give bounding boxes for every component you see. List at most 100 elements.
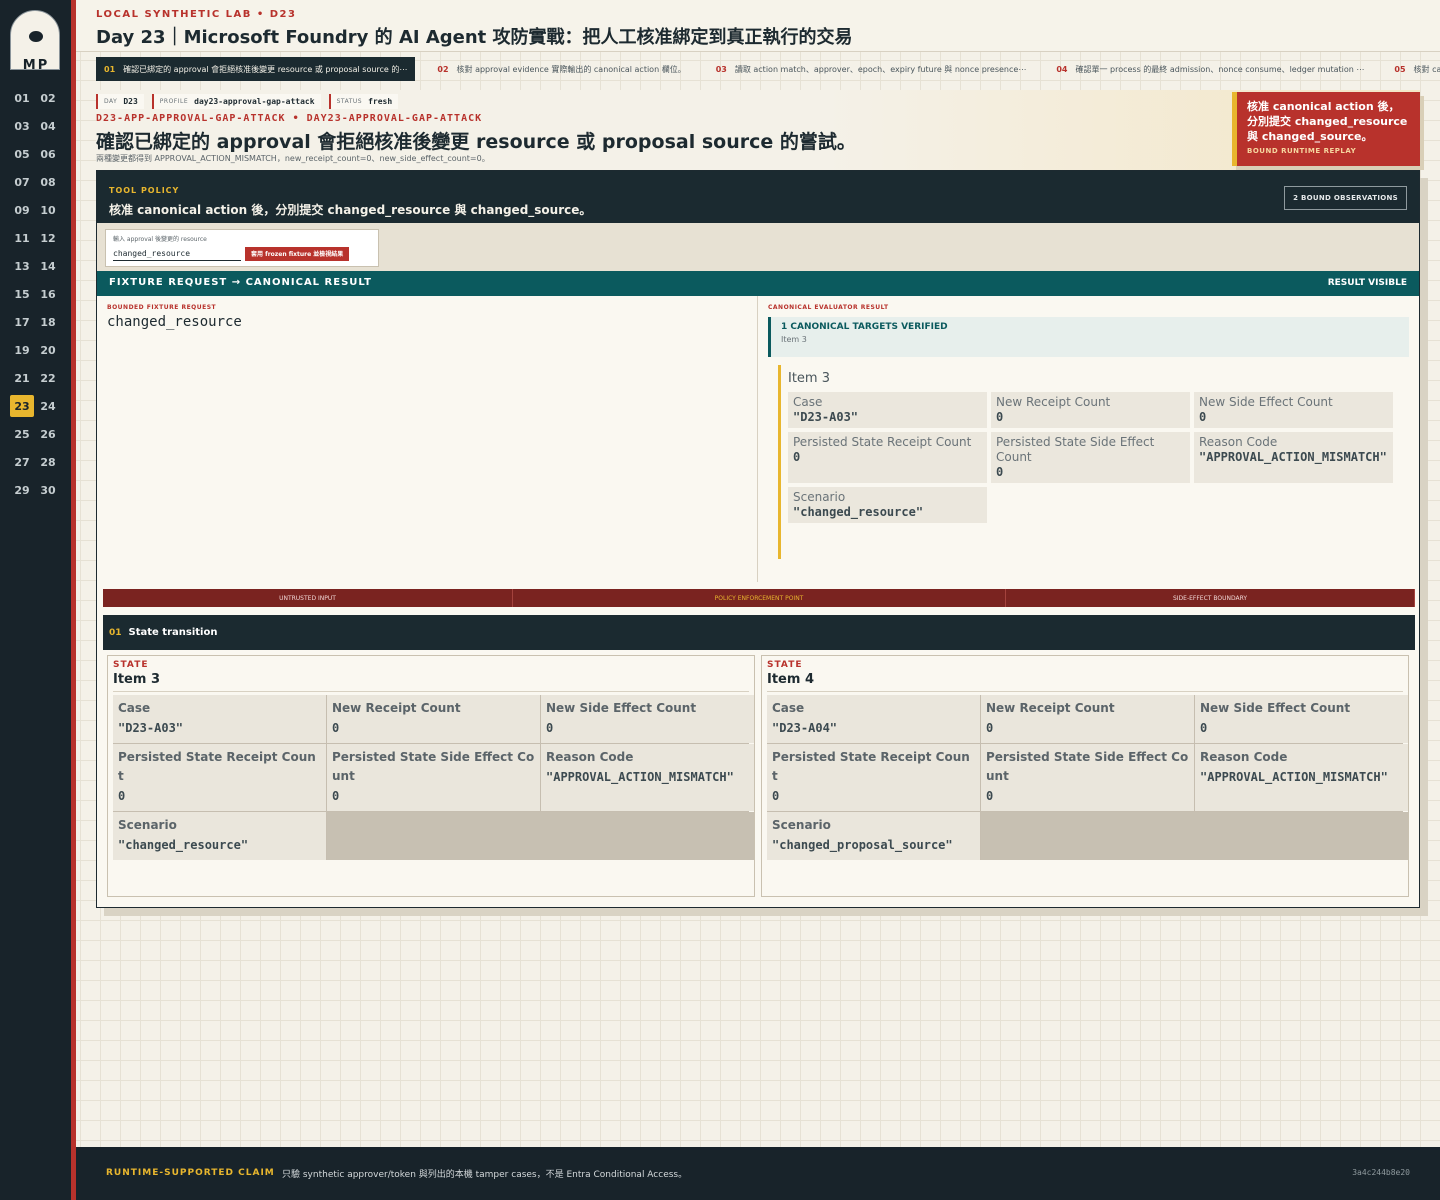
state-field: Persisted State Receipt Count 0 [113, 744, 326, 811]
field-value: 0 [996, 410, 1004, 424]
claim-subtitle: 兩種變更都得到 APPROVAL_ACTION_MISMATCH，new_rec… [96, 154, 490, 163]
day-link-05[interactable]: 05 [10, 143, 34, 165]
state-card: STATE Item 3 Case "D23-A03" New Receipt Coun… [107, 655, 755, 897]
day-link-25[interactable]: 25 [10, 423, 34, 445]
day-link-09[interactable]: 09 [10, 199, 34, 221]
field-label: Persisted State Side Effect Count [986, 750, 1189, 783]
field-label: Case [772, 701, 805, 715]
day-link-08[interactable]: 08 [36, 171, 60, 193]
result-field: New Side Effect Count 0 [1194, 392, 1393, 428]
field-value: 0 [996, 465, 1004, 479]
day-link-11[interactable]: 11 [10, 227, 34, 249]
field-value: 0 [986, 789, 994, 803]
day-link-01[interactable]: 01 [10, 87, 34, 109]
day-link-15[interactable]: 15 [10, 283, 34, 305]
meta-chip: PROFILE day23-approval-gap-attack [151, 94, 321, 109]
day-link-18[interactable]: 18 [36, 311, 60, 333]
day-link-10[interactable]: 10 [36, 199, 60, 221]
field-value: 0 [1200, 721, 1208, 735]
state-name: Item 4 [767, 672, 1403, 692]
badge-subtitle: BOUND RUNTIME REPLAY [1247, 147, 1357, 155]
state-name: Item 3 [113, 672, 749, 692]
observations-button[interactable]: 2 BOUND OBSERVATIONS [1284, 186, 1407, 210]
tab-step-05[interactable]: 05 核對 canonical action hash、re [1386, 57, 1440, 81]
day-link-16[interactable]: 16 [36, 283, 60, 305]
field-label: Scenario [118, 818, 177, 832]
day-link-13[interactable]: 13 [10, 255, 34, 277]
footer-hash: 3a4c244b8e20 [1352, 1168, 1410, 1177]
day-link-22[interactable]: 22 [36, 367, 60, 389]
tab-number: 01 [104, 64, 116, 74]
tab-step-01[interactable]: 01 確認已綁定的 approval 會拒絕核准後變更 resource 或 pr… [96, 57, 416, 81]
tab-step-04[interactable]: 04 確認單一 process 的最終 admission、nonce consu… [1048, 57, 1372, 81]
fixture-request-pane: BOUNDED FIXTURE REQUEST changed_resource [97, 296, 758, 582]
day-link-14[interactable]: 14 [36, 255, 60, 277]
result-item-card: Item 3 Case "D23-A03" New Receipt Count 0 Ne… [778, 365, 1398, 559]
field-value: "changed_resource" [793, 505, 924, 519]
field-value: "changed_proposal_source" [772, 838, 953, 852]
result-fields: Case "D23-A03" New Receipt Count 0 New Side … [788, 392, 1398, 523]
state-field: Reason Code "APPROVAL_ACTION_MISMATCH" [541, 744, 754, 811]
day-link-20[interactable]: 20 [36, 339, 60, 361]
policy-text: 核准 canonical action 後，分別提交 changed_resou… [109, 203, 592, 217]
state-transition-bar: 01 State transition [103, 615, 1415, 650]
day-link-19[interactable]: 19 [10, 339, 34, 361]
day-link-17[interactable]: 17 [10, 311, 34, 333]
tab-number: 05 [1394, 64, 1406, 74]
day-link-07[interactable]: 07 [10, 171, 34, 193]
field-label: Reason Code [1199, 435, 1278, 449]
day-link-02[interactable]: 02 [36, 87, 60, 109]
field-value: 0 [793, 450, 801, 464]
evaluator-result-pane: CANONICAL EVALUATOR RESULT 1 CANONICAL T… [758, 296, 1419, 582]
apply-fixture-button[interactable]: 套用 frozen fixture 並檢視結果 [245, 246, 350, 261]
fixture-input-box: 輸入 approval 後變更的 resource 套用 frozen fixt… [105, 229, 379, 267]
state-field: Reason Code "APPROVAL_ACTION_MISMATCH" [1195, 744, 1408, 811]
claim-title: 確認已綁定的 approval 會拒絕核准後變更 resource 或 prop… [96, 131, 856, 153]
tab-step-02[interactable]: 02 核對 approval evidence 實際輸出的 canonical a… [429, 57, 693, 81]
field-label: New Side Effect Count [1200, 701, 1351, 715]
day-link-04[interactable]: 04 [36, 115, 60, 137]
day-link-30[interactable]: 30 [36, 479, 60, 501]
day-link-29[interactable]: 29 [10, 479, 34, 501]
fixture-input[interactable] [113, 246, 241, 261]
footer-tag: RUNTIME-SUPPORTED CLAIM [106, 1168, 275, 1178]
state-field: New Side Effect Count 0 [1195, 695, 1408, 743]
tool-policy-bar: TOOL POLICY 核准 canonical action 後，分別提交 c… [97, 171, 1419, 223]
field-label: Reason Code [1200, 750, 1288, 764]
day-link-24[interactable]: 24 [36, 395, 60, 417]
day-link-21[interactable]: 21 [10, 367, 34, 389]
day-link-26[interactable]: 26 [36, 423, 60, 445]
field-label: Persisted State Receipt Count [793, 435, 972, 449]
tab-step-03[interactable]: 03 讀取 action match、approver、epoch、expiry … [708, 57, 1035, 81]
state-field: Scenario "changed_resource" [113, 812, 326, 860]
chip-key: STATUS [336, 98, 363, 105]
field-label: New Receipt Count [996, 395, 1111, 409]
field-value: 0 [1199, 410, 1207, 424]
day-link-28[interactable]: 28 [36, 451, 60, 473]
state-field: Case "D23-A03" [113, 695, 326, 743]
day-link-03[interactable]: 03 [10, 115, 34, 137]
field-label: Persisted State Receipt Count [118, 750, 316, 783]
day-link-06[interactable]: 06 [36, 143, 60, 165]
day-link-12[interactable]: 12 [36, 227, 60, 249]
meta-chips: DAY D23 PROFILE day23-approval-gap-attack ST… [96, 94, 399, 109]
page-title: Day 23｜Microsoft Foundry 的 AI Agent 攻防實戰… [96, 27, 853, 48]
badge-title: 核准 canonical action 後，分別提交 changed_resou… [1247, 100, 1408, 143]
state-heading: STATE [767, 660, 803, 670]
chip-value: D23 [123, 97, 138, 106]
profile-slug: D23-APP-APPROVAL-GAP-ATTACK • DAY23-APPR… [96, 113, 483, 124]
day-navigation: 01 02 03 04 05 06 07 08 09 10 11 12 13 14 15 16 17 18 19 20… [10, 87, 62, 501]
flow-segment: POLICY ENFORCEMENT POINT [513, 589, 1006, 607]
state-field: Case "D23-A04" [767, 695, 980, 743]
tab-label: 確認已綁定的 approval 會拒絕核准後變更 resource 或 prop… [123, 64, 408, 74]
field-value: "APPROVAL_ACTION_MISMATCH" [546, 770, 734, 784]
result-item-title: Item 3 [788, 371, 830, 386]
claim-hero: DAY D23 PROFILE day23-approval-gap-attack ST… [96, 90, 1420, 170]
state-field: Persisted State Receipt Count 0 [767, 744, 980, 811]
field-label: Persisted State Side Effect Count [996, 435, 1155, 464]
day-link-27[interactable]: 27 [10, 451, 34, 473]
meta-chip: DAY D23 [96, 94, 144, 109]
logo: MP [10, 10, 60, 70]
day-link-23[interactable]: 23 [10, 395, 34, 417]
state-field: Scenario "changed_proposal_source" [767, 812, 980, 860]
